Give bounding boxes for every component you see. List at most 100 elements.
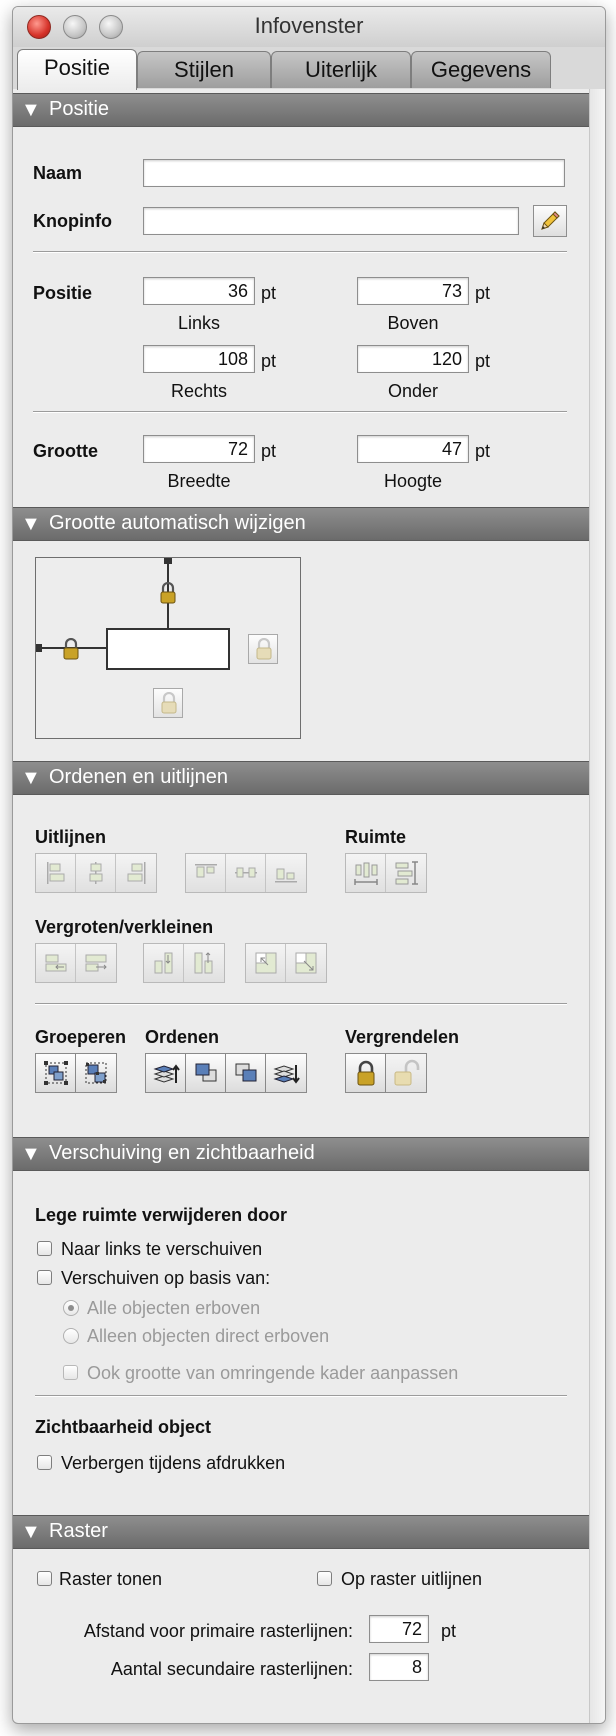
unlock-button[interactable] bbox=[386, 1054, 426, 1092]
section-sliding-header[interactable]: ▼ Verschuiving en zichtbaarheid bbox=[13, 1137, 589, 1171]
breedte-input[interactable]: 72 bbox=[143, 435, 255, 463]
edit-tooltip-button[interactable] bbox=[533, 205, 567, 237]
right-lock-button[interactable] bbox=[248, 634, 278, 664]
hoogte-input[interactable]: 47 bbox=[357, 435, 469, 463]
align-top-icon bbox=[195, 864, 217, 878]
positie-label: Positie bbox=[33, 283, 93, 303]
raster-tonen-checkbox[interactable] bbox=[37, 1571, 52, 1586]
title-bar: Infovenster bbox=[13, 7, 605, 48]
uitlijnen-label: Uitlijnen bbox=[35, 827, 106, 847]
align-bottom-button[interactable] bbox=[266, 854, 306, 892]
align-top-button[interactable] bbox=[186, 854, 226, 892]
onder-label: Onder bbox=[387, 381, 439, 401]
tab-gegevens[interactable]: Gegevens bbox=[411, 51, 551, 88]
aantal-input[interactable]: 8 bbox=[369, 1653, 429, 1681]
section-autosize-header[interactable]: ▼ Grootte automatisch wijzigen bbox=[13, 507, 589, 541]
boven-label: Boven bbox=[387, 313, 439, 333]
distribute-vertical-button[interactable] bbox=[386, 854, 426, 892]
divider bbox=[33, 251, 567, 252]
boven-input[interactable]: 73 bbox=[357, 277, 469, 305]
naam-label: Naam bbox=[33, 163, 83, 183]
grow-both-button[interactable] bbox=[286, 944, 326, 982]
bring-forward-icon bbox=[195, 1063, 217, 1082]
lock-icon[interactable] bbox=[159, 582, 177, 604]
section-raster-header[interactable]: ▼ Raster bbox=[13, 1515, 589, 1549]
strut-end bbox=[36, 644, 42, 652]
bring-forward-button[interactable] bbox=[186, 1054, 226, 1092]
alleen-objecten-label: Alleen objecten direct erboven bbox=[87, 1326, 330, 1346]
group-button[interactable] bbox=[36, 1054, 76, 1092]
links-input[interactable]: 36 bbox=[143, 277, 255, 305]
align-right-button[interactable] bbox=[116, 854, 156, 892]
knopinfo-label: Knopinfo bbox=[33, 211, 112, 231]
rechts-input[interactable]: 108 bbox=[143, 345, 255, 373]
distribute-horizontal-button[interactable] bbox=[346, 854, 386, 892]
object-box bbox=[106, 628, 230, 670]
tab-stijlen[interactable]: Stijlen bbox=[137, 51, 271, 88]
pencil-icon bbox=[541, 211, 560, 230]
shrink-height-button[interactable] bbox=[144, 944, 184, 982]
vergroten-label: Vergroten/verkleinen bbox=[35, 917, 214, 937]
section-positie-header[interactable]: ▼ Positie bbox=[13, 93, 589, 127]
onder-input[interactable]: 120 bbox=[357, 345, 469, 373]
afstand-input[interactable]: 72 bbox=[369, 1615, 429, 1643]
align-right-icon bbox=[127, 862, 146, 884]
verbergen-checkbox[interactable] bbox=[37, 1455, 52, 1470]
shrink-width-icon bbox=[45, 954, 67, 972]
tab-uiterlijk[interactable]: Uiterlijk bbox=[271, 51, 411, 88]
tab-positie[interactable]: Positie bbox=[17, 49, 137, 90]
tab-bar: Positie Stijlen Uiterlijk Gegevens bbox=[13, 47, 605, 90]
alle-objecten-label: Alle objecten erboven bbox=[87, 1298, 261, 1318]
op-raster-uitlijnen-checkbox[interactable] bbox=[317, 1571, 332, 1586]
align-bottom-icon bbox=[275, 868, 297, 883]
align-middle-button[interactable] bbox=[226, 854, 266, 892]
section-title: Verschuiving en zichtbaarheid bbox=[49, 1142, 315, 1164]
resize-both-group bbox=[245, 943, 327, 983]
shrink-height-icon bbox=[154, 952, 173, 974]
shrink-width-button[interactable] bbox=[36, 944, 76, 982]
grow-height-button[interactable] bbox=[184, 944, 224, 982]
section-arrange-header[interactable]: ▼ Ordenen en uitlijnen bbox=[13, 761, 589, 795]
afstand-label: Afstand voor primaire rasterlijnen: bbox=[83, 1621, 353, 1641]
spacing-group bbox=[345, 853, 427, 893]
lege-ruimte-label: Lege ruimte verwijderen door bbox=[35, 1205, 288, 1225]
arrange-order-group bbox=[145, 1053, 307, 1093]
lock-icon[interactable] bbox=[62, 638, 80, 660]
divider bbox=[33, 411, 567, 412]
ordenen-label: Ordenen bbox=[145, 1027, 220, 1047]
shrink-both-button[interactable] bbox=[246, 944, 286, 982]
alleen-objecten-radio[interactable] bbox=[63, 1328, 79, 1344]
bottom-lock-button[interactable] bbox=[153, 688, 183, 718]
align-vertical-group bbox=[185, 853, 307, 893]
align-left-button[interactable] bbox=[36, 854, 76, 892]
group-icon bbox=[44, 1061, 68, 1085]
ruimte-label: Ruimte bbox=[345, 827, 407, 847]
grow-width-button[interactable] bbox=[76, 944, 116, 982]
ook-grootte-checkbox[interactable] bbox=[63, 1365, 78, 1380]
disclosure-triangle-icon: ▼ bbox=[21, 1143, 41, 1165]
alle-objecten-radio[interactable] bbox=[63, 1300, 79, 1316]
knopinfo-input[interactable] bbox=[143, 207, 519, 235]
align-center-button[interactable] bbox=[76, 854, 116, 892]
send-to-back-icon bbox=[273, 1065, 300, 1084]
align-horizontal-group bbox=[35, 853, 157, 893]
verschuiven-checkbox[interactable] bbox=[37, 1270, 52, 1285]
unit-label: pt bbox=[261, 441, 277, 461]
ungroup-button[interactable] bbox=[76, 1054, 116, 1092]
groeperen-label: Groeperen bbox=[35, 1027, 127, 1047]
lock-button[interactable] bbox=[346, 1054, 386, 1092]
scrollbar-track[interactable] bbox=[589, 89, 605, 1723]
naar-links-checkbox[interactable] bbox=[37, 1241, 52, 1256]
inspector-window: Infovenster Positie Stijlen Uiterlijk Ge… bbox=[12, 6, 606, 1724]
lock-group bbox=[345, 1053, 427, 1093]
verbergen-label: Verbergen tijdens afdrukken bbox=[61, 1453, 286, 1473]
group-buttons bbox=[35, 1053, 117, 1093]
verschuiven-label: Verschuiven op basis van: bbox=[61, 1268, 271, 1288]
send-backward-button[interactable] bbox=[226, 1054, 266, 1092]
distribute-horizontal-icon bbox=[354, 862, 378, 885]
naam-input[interactable] bbox=[143, 159, 565, 187]
grow-width-icon bbox=[85, 954, 107, 972]
bring-to-front-button[interactable] bbox=[146, 1054, 186, 1092]
send-to-back-button[interactable] bbox=[266, 1054, 306, 1092]
disclosure-triangle-icon: ▼ bbox=[21, 513, 41, 535]
